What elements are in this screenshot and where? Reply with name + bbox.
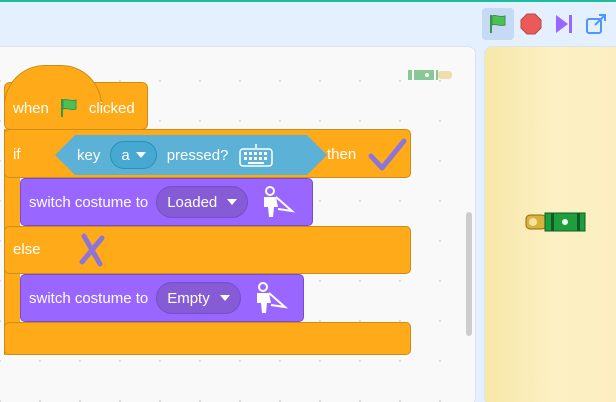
if-else-footer [4, 322, 411, 355]
switch-costume-loaded-block[interactable]: switch costume to Loaded [20, 178, 313, 226]
step-icon [556, 15, 572, 33]
looks-hero-icon [264, 186, 296, 217]
when-flag-clicked-block[interactable]: when clicked [4, 65, 148, 130]
chevron-down-icon [136, 152, 146, 158]
else-label: else [13, 241, 41, 258]
stop-icon [520, 13, 542, 35]
looks-hero-icon [256, 282, 288, 313]
then-label: then [327, 146, 357, 163]
green-flag-icon [60, 98, 77, 117]
key-pressed-block[interactable]: key a pressed? [55, 135, 327, 175]
workspace-scrollbar[interactable] [466, 212, 472, 336]
switch-costume-empty-block[interactable]: switch costume to Empty [20, 274, 304, 322]
key-value: a [121, 146, 130, 164]
chevron-down-icon [219, 295, 230, 301]
green-flag-icon [490, 14, 506, 33]
stage-toolbar [0, 2, 616, 44]
costume-value: Empty [167, 289, 210, 307]
key-label: key [77, 146, 101, 164]
costume-dropdown-empty[interactable]: Empty [156, 282, 241, 314]
step-button[interactable] [548, 8, 580, 40]
chevron-down-icon [227, 199, 238, 205]
green-flag-button[interactable] [482, 8, 514, 40]
if-header[interactable]: if key a pressed? then [4, 129, 411, 178]
stage-canvas[interactable] [484, 46, 616, 402]
battery-sprite[interactable] [525, 211, 587, 233]
if-label: if [13, 146, 21, 163]
when-label: when [13, 99, 49, 117]
if-else-block[interactable]: if key a pressed? then switch costume to… [4, 129, 411, 355]
stop-button[interactable] [515, 8, 547, 40]
switch-costume-label: switch costume to [29, 289, 149, 307]
cross-icon [79, 233, 105, 267]
sprite-minimap-icon [408, 70, 452, 80]
clicked-label: clicked [88, 99, 135, 117]
costume-dropdown-loaded[interactable]: Loaded [156, 186, 249, 218]
pressed-label: pressed? [166, 146, 229, 164]
key-dropdown[interactable]: a [110, 141, 156, 169]
fullscreen-button[interactable] [580, 8, 612, 40]
costume-value: Loaded [167, 193, 218, 211]
else-header[interactable]: else [4, 226, 411, 274]
switch-costume-label: switch costume to [29, 193, 149, 211]
keyboard-icon [238, 142, 274, 168]
checkmark-icon [368, 138, 407, 171]
fullscreen-icon [586, 14, 606, 34]
